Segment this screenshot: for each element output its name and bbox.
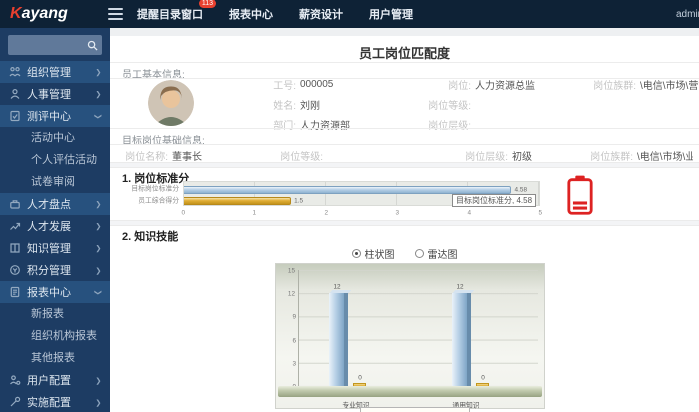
sidebar-item-paper-review[interactable]: 试卷审阅	[0, 171, 110, 193]
sidebar-item-report-center[interactable]: 报表中心❯	[0, 281, 110, 303]
sidebar-item-org[interactable]: 组织管理❯	[0, 61, 110, 83]
chevron-right-icon: ❯	[96, 200, 102, 208]
knowledge-skill-chart: 15 12 9 6 3 0 12 0 12 0 专业知识 通用知识	[275, 263, 545, 409]
wrench-icon	[9, 396, 21, 408]
sidebar-item-points[interactable]: 积分管理❯	[0, 259, 110, 281]
radio-radar-chart[interactable]: 雷达图	[415, 246, 458, 261]
section2-title: 2. 知识技能	[122, 228, 178, 244]
chevron-right-icon: ❯	[96, 68, 102, 76]
top-menu-reports[interactable]: 报表中心	[229, 6, 273, 22]
knowledge-bar-target-2: 12	[452, 293, 471, 386]
search-input[interactable]	[8, 35, 87, 55]
radio-selected-icon	[352, 249, 361, 258]
sidebar-item-impl-config[interactable]: 实施配置❯	[0, 391, 110, 412]
sidebar-item-other-report[interactable]: 其他报表	[0, 347, 110, 369]
chart2-plot: 15 12 9 6 3 0 12 0 12 0	[298, 270, 538, 386]
org-icon	[9, 66, 21, 78]
assessment-icon	[9, 110, 21, 122]
report-card: 员工岗位匹配度 员工基本信息: 工号:000005 姓名:刘刚 部门:人力资源部…	[110, 36, 699, 412]
employee-fields: 工号:000005 姓名:刘刚 部门:人力资源部 岗位:人力资源总监 岗位等级:…	[238, 74, 693, 134]
book-icon	[9, 242, 21, 254]
growth-icon	[9, 220, 21, 232]
sidebar-item-hr[interactable]: 人事管理❯	[0, 83, 110, 105]
hamburger-menu-icon[interactable]	[108, 5, 123, 23]
search-icon[interactable]	[87, 40, 98, 51]
report-icon	[9, 286, 21, 298]
app-logo[interactable]: Kayang	[0, 5, 92, 23]
person-icon	[9, 88, 21, 100]
knowledge-bar-target-1: 12	[329, 293, 348, 386]
radio-bar-chart[interactable]: 柱状图	[352, 246, 395, 261]
employee-position: 人力资源总监	[475, 77, 535, 92]
employee-dept: 人力资源部	[300, 117, 350, 132]
chevron-right-icon: ❯	[96, 266, 102, 274]
sidebar-item-knowledge[interactable]: 知识管理❯	[0, 237, 110, 259]
chevron-right-icon: ❯	[96, 90, 102, 98]
radio-unselected-icon	[415, 249, 424, 258]
chart1-category-1: 目标岗位标准分	[131, 184, 179, 193]
top-menu-users[interactable]: 用户管理	[369, 6, 413, 22]
user-gear-icon	[9, 374, 21, 386]
chart1-category-2: 员工综合得分	[131, 196, 179, 205]
sidebar: 组织管理❯ 人事管理❯ 测评中心❯ 活动中心 个人评估活动 试卷审阅 人才盘点❯…	[0, 28, 110, 412]
chevron-down-icon: ❯	[95, 289, 103, 295]
chevron-right-icon: ❯	[96, 398, 102, 406]
top-menu: 提醒目录窗口113 报表中心 薪资设计 用户管理	[137, 6, 413, 22]
sidebar-item-new-report[interactable]: 新报表	[0, 303, 110, 325]
sidebar-nav: 组织管理❯ 人事管理❯ 测评中心❯ 活动中心 个人评估活动 试卷审阅 人才盘点❯…	[0, 61, 110, 412]
sidebar-item-assessment[interactable]: 测评中心❯	[0, 105, 110, 127]
chevron-down-icon: ❯	[95, 113, 103, 119]
current-user[interactable]: admin	[676, 9, 699, 20]
top-bar: Kayang 提醒目录窗口113 报表中心 薪资设计 用户管理 admin	[0, 0, 699, 28]
employee-score-bar	[184, 197, 291, 205]
low-battery-icon	[565, 175, 595, 220]
employee-number: 000005	[300, 79, 333, 90]
sidebar-search	[8, 35, 102, 55]
employee-avatar	[148, 80, 194, 126]
chart2-legend	[360, 407, 470, 412]
top-menu-reminder[interactable]: 提醒目录窗口113	[137, 6, 203, 22]
employee-family: \电信\市场\营销策划与拓展	[640, 77, 699, 92]
chart-type-switch: 柱状图 雷达图	[110, 246, 699, 261]
sidebar-item-talent-review[interactable]: 人才盘点❯	[0, 193, 110, 215]
standard-score-chart: 目标岗位标准分 员工综合得分 4.58 1.5 0 1 2 3 4 5 目标岗位…	[122, 181, 691, 221]
briefcase-icon	[9, 198, 21, 210]
notification-badge: 113	[199, 0, 216, 8]
chevron-right-icon: ❯	[96, 376, 102, 384]
sidebar-item-talent-dev[interactable]: 人才发展❯	[0, 215, 110, 237]
top-menu-payroll[interactable]: 薪资设计	[299, 6, 343, 22]
target-family: \电信\市场\业务管理	[637, 148, 693, 163]
chart1-tooltip: 目标岗位标准分, 4.58	[452, 194, 536, 207]
employee-name: 刘刚	[300, 97, 320, 112]
chevron-right-icon: ❯	[96, 222, 102, 230]
sidebar-item-org-report[interactable]: 组织机构报表	[0, 325, 110, 347]
sidebar-item-activity-center[interactable]: 活动中心	[0, 127, 110, 149]
sidebar-item-user-config[interactable]: 用户配置❯	[0, 369, 110, 391]
target-position-name: 董事长	[172, 148, 202, 163]
page-title: 员工岗位匹配度	[110, 43, 699, 62]
target-score-bar	[184, 186, 511, 194]
chevron-right-icon: ❯	[96, 244, 102, 252]
coin-icon	[9, 264, 21, 276]
sidebar-item-personal-eval[interactable]: 个人评估活动	[0, 149, 110, 171]
main-area: 员工岗位匹配度 员工基本信息: 工号:000005 姓名:刘刚 部门:人力资源部…	[110, 28, 699, 412]
chart2-floor	[278, 386, 542, 397]
target-level: 初级	[512, 148, 532, 163]
